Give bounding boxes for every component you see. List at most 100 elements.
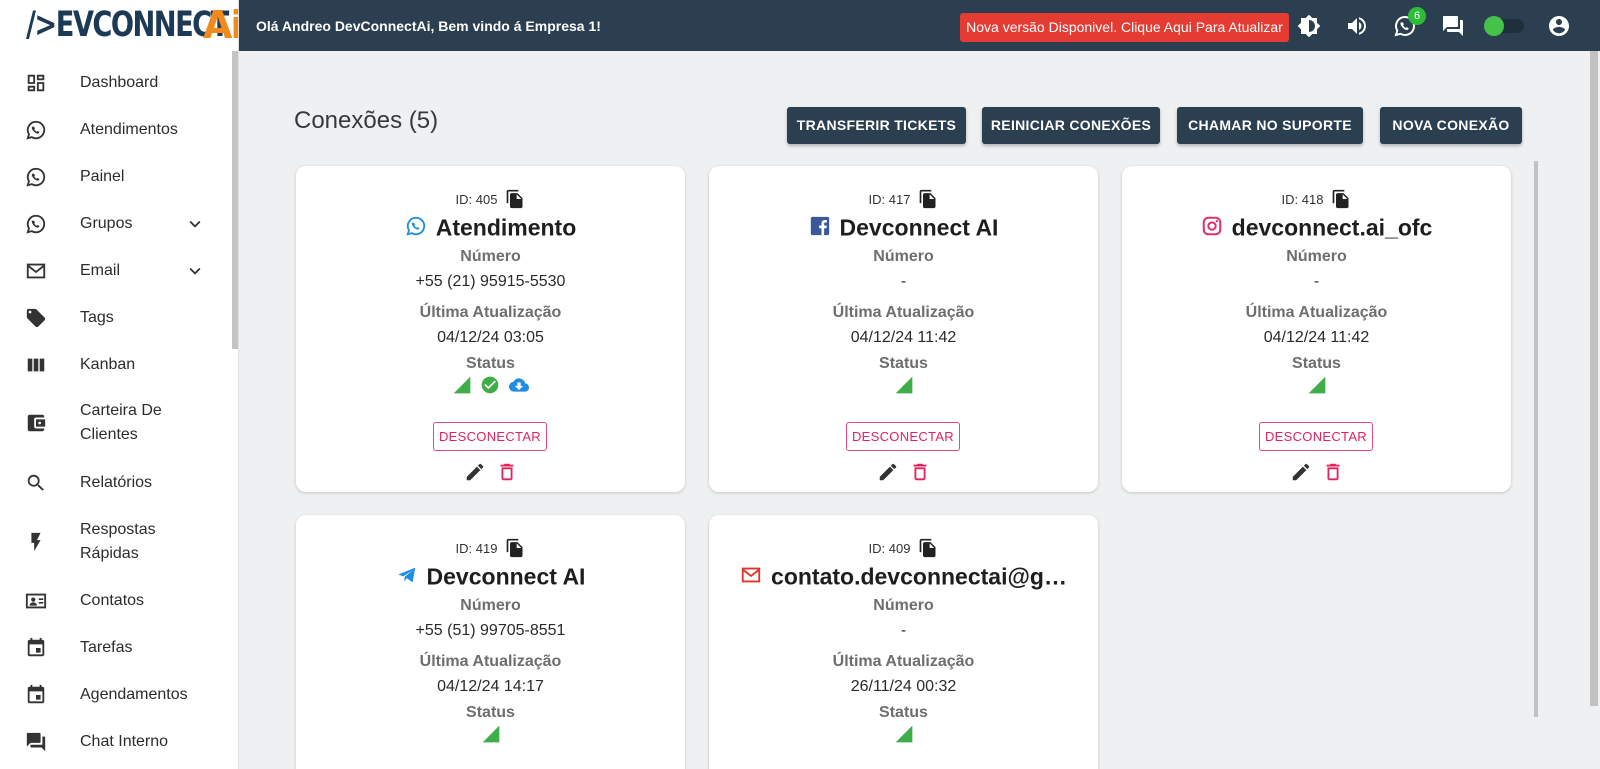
last-update-value: 04/12/24 11:42	[1263, 329, 1370, 346]
last-update-label: Última Atualização	[832, 304, 975, 321]
number-label: Número	[873, 248, 934, 265]
delete-icon[interactable]	[496, 461, 518, 483]
chevron-down-icon[interactable]	[184, 213, 206, 235]
number-value: -	[1313, 273, 1320, 290]
forum-icon[interactable]	[1440, 13, 1466, 39]
connection-card: ID: 417 Devconnect AI Número - Última At…	[709, 166, 1098, 492]
new-connection-button[interactable]: NOVA CONEXÃO	[1380, 107, 1522, 144]
telegram-icon	[397, 567, 415, 583]
sidebar-item-tarefas[interactable]: Tarefas	[0, 636, 232, 660]
status-label: Status	[466, 704, 515, 721]
connection-id: ID: 418	[1281, 191, 1324, 207]
last-update-value: 04/12/24 14:17	[437, 678, 544, 695]
whatsapp-icon	[24, 118, 48, 142]
sidebar-item-painel[interactable]: Painel	[0, 165, 232, 189]
sidebar-item-atendimentos[interactable]: Atendimentos	[0, 118, 232, 142]
sidebar-item-label: Grupos	[80, 215, 133, 232]
transfer-tickets-button[interactable]: TRANSFERIR TICKETS	[787, 107, 966, 144]
copy-icon[interactable]	[505, 537, 525, 559]
sidebar-item-label: Relatórios	[80, 474, 153, 491]
edit-icon[interactable]	[877, 461, 899, 483]
edit-icon[interactable]	[464, 461, 486, 483]
notification-badge: 6	[1408, 7, 1426, 25]
sidebar-item-dashboard[interactable]: Dashboard	[0, 71, 232, 95]
account-icon[interactable]	[1546, 13, 1572, 39]
signal-icon	[482, 725, 499, 743]
disconnect-button[interactable]: DESCONECTAR	[1259, 422, 1373, 451]
sidebar-item-grupos[interactable]: Grupos	[0, 212, 232, 236]
status-label: Status	[1292, 355, 1341, 372]
number-label: Número	[1286, 248, 1347, 265]
cards-scrollbar[interactable]	[1534, 161, 1538, 717]
app-root: />EVCONNECT Ai Olá Andreo DevConnectAi, …	[0, 0, 1600, 769]
sidebar-item-chat-interno[interactable]: Chat Interno	[0, 730, 232, 754]
check-circle-icon	[481, 376, 498, 394]
sidebar-item-respostas-rapidas[interactable]: Respostas Rápidas	[0, 518, 232, 566]
top-bar: />EVCONNECT Ai Olá Andreo DevConnectAi, …	[0, 0, 1600, 51]
logo[interactable]: />EVCONNECT Ai	[0, 0, 239, 51]
signal-icon	[453, 376, 470, 394]
signal-icon	[1308, 376, 1325, 394]
number-label: Número	[460, 597, 521, 614]
copy-icon[interactable]	[1331, 188, 1351, 210]
contacts-icon	[24, 589, 48, 613]
last-update-label: Última Atualização	[1245, 304, 1388, 321]
facebook-icon	[810, 216, 829, 236]
sidebar-item-label: Email	[80, 262, 121, 279]
sidebar-item-relatorios[interactable]: Relatórios	[0, 471, 232, 495]
tag-icon	[24, 306, 48, 330]
wallet-icon	[24, 411, 48, 435]
sidebar-item-label: Carteira De Clientes	[80, 402, 162, 443]
connection-card: ID: 419 Devconnect AI Número +55 (51) 99…	[296, 515, 685, 769]
delete-icon[interactable]	[1322, 461, 1344, 483]
sidebar-item-contatos[interactable]: Contatos	[0, 589, 232, 613]
sidebar-item-email[interactable]: Email	[0, 259, 232, 283]
delete-icon[interactable]	[909, 461, 931, 483]
page-scrollbar[interactable]	[1590, 51, 1598, 706]
sidebar-item-agendamentos[interactable]: Agendamentos	[0, 683, 232, 707]
connection-id: ID: 409	[868, 540, 911, 556]
sidebar-item-tags[interactable]: Tags	[0, 306, 232, 330]
connection-name: contato.devconnectai@g…	[771, 563, 1067, 590]
sidebar-item-carteira[interactable]: Carteira De Clientes	[0, 399, 232, 447]
sidebar-item-kanban[interactable]: Kanban	[0, 353, 232, 377]
copy-icon[interactable]	[918, 188, 938, 210]
status-label: Status	[466, 355, 515, 372]
disconnect-button[interactable]: DESCONECTAR	[846, 422, 960, 451]
status-label: Status	[879, 355, 928, 372]
main-content: Conexões (5) TRANSFERIR TICKETS REINICIA…	[240, 51, 1600, 769]
connection-name: Atendimento	[435, 214, 577, 241]
number-value: +55 (51) 99705-8551	[415, 622, 566, 639]
connection-card: ID: 405 Atendimento Número +55 (21) 9591…	[296, 166, 685, 492]
whatsapp-icon	[406, 216, 425, 236]
restart-connections-button[interactable]: REINICIAR CONEXÕES	[982, 107, 1160, 144]
connection-id: ID: 417	[868, 191, 911, 207]
call-support-button[interactable]: CHAMAR NO SUPORTE	[1177, 107, 1363, 144]
status-toggle-knob[interactable]	[1484, 16, 1504, 36]
mail-icon	[24, 259, 48, 283]
instagram-icon	[1202, 216, 1221, 236]
sidebar-item-label: Respostas Rápidas	[80, 521, 156, 562]
status-label: Status	[879, 704, 928, 721]
cloud-download-icon	[508, 378, 529, 392]
volume-icon[interactable]	[1344, 13, 1370, 39]
number-value: +55 (21) 95915-5530	[415, 273, 566, 290]
sidebar-item-label: Tarefas	[80, 639, 133, 656]
copy-icon[interactable]	[505, 188, 525, 210]
whatsapp-icon	[24, 212, 48, 236]
calendar-icon	[24, 683, 48, 707]
connection-name: devconnect.ai_ofc	[1231, 214, 1433, 241]
copy-icon[interactable]	[918, 537, 938, 559]
edit-icon[interactable]	[1290, 461, 1312, 483]
search-icon	[24, 471, 48, 495]
logo-accent: Ai	[203, 3, 239, 47]
sidebar-item-label: Painel	[80, 168, 125, 185]
sidebar-scrollbar[interactable]	[232, 51, 238, 349]
disconnect-button[interactable]: DESCONECTAR	[433, 422, 547, 451]
brightness-icon[interactable]	[1296, 13, 1322, 39]
number-value: -	[900, 622, 907, 639]
update-button[interactable]: Nova versão Disponivel. Clique Aqui Para…	[960, 13, 1289, 42]
last-update-value: 04/12/24 11:42	[850, 329, 957, 346]
chevron-down-icon[interactable]	[184, 260, 206, 282]
connection-id: ID: 405	[455, 191, 498, 207]
